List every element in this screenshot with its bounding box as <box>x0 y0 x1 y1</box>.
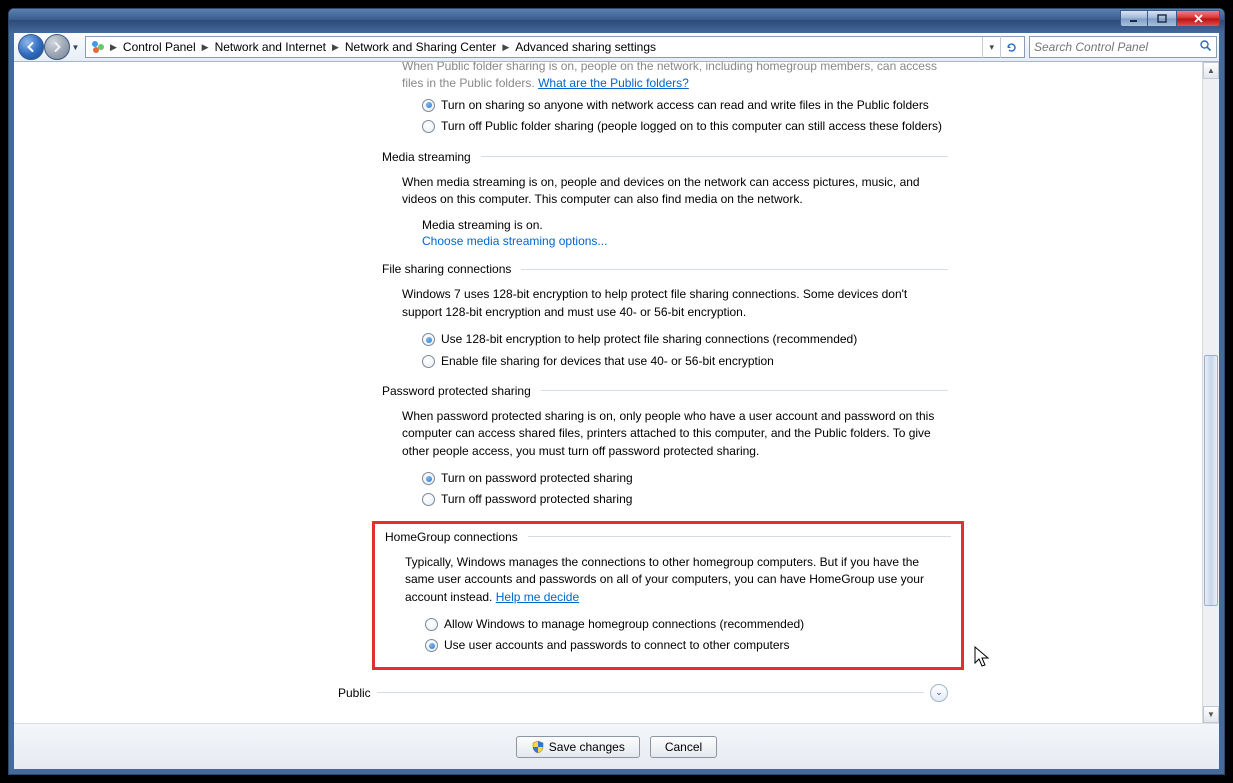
radio-homegroup-windows[interactable]: Allow Windows to manage homegroup connec… <box>425 616 951 633</box>
uac-shield-icon <box>531 740 545 754</box>
nav-history-dropdown[interactable]: ▼ <box>70 34 81 60</box>
breadcrumb-separator: ▶ <box>108 42 119 53</box>
title-bar[interactable] <box>9 9 1224 33</box>
refresh-button[interactable] <box>1000 36 1022 58</box>
breadcrumb-item[interactable]: Control Panel <box>119 37 200 58</box>
breadcrumb-separator: ▶ <box>330 42 341 53</box>
profile-public-header[interactable]: Public ⌄ <box>338 684 948 702</box>
radio-password-on[interactable]: Turn on password protected sharing <box>422 470 948 487</box>
search-icon[interactable] <box>1199 39 1212 55</box>
footer-bar: Save changes Cancel <box>14 723 1219 769</box>
radio-icon[interactable] <box>425 639 438 652</box>
minimize-button[interactable] <box>1120 10 1148 27</box>
search-input[interactable] <box>1034 40 1199 54</box>
public-folder-desc: When Public folder sharing is on, people… <box>402 62 948 93</box>
navigation-bar: ▼ ▶ Control Panel ▶ Network and Internet… <box>14 33 1219 62</box>
radio-label: Use user accounts and passwords to conne… <box>444 637 790 654</box>
radio-icon[interactable] <box>425 618 438 631</box>
button-label: Save changes <box>549 740 625 754</box>
radio-label: Turn on password protected sharing <box>441 470 633 487</box>
content-pane: When Public folder sharing is on, people… <box>14 62 1219 723</box>
breadcrumb-separator: ▶ <box>500 42 511 53</box>
radio-icon[interactable] <box>422 493 435 506</box>
scroll-area: When Public folder sharing is on, people… <box>14 62 1202 723</box>
section-media-streaming: Media streaming <box>382 150 948 164</box>
back-button[interactable] <box>18 34 44 60</box>
section-file-sharing: File sharing connections <box>382 262 948 276</box>
vertical-scrollbar[interactable]: ▲ ▼ <box>1202 62 1219 723</box>
save-changes-button[interactable]: Save changes <box>516 736 640 758</box>
breadcrumb-separator: ▶ <box>200 42 211 53</box>
scroll-thumb[interactable] <box>1204 355 1218 606</box>
scroll-up-button[interactable]: ▲ <box>1203 62 1219 79</box>
section-password-sharing: Password protected sharing <box>382 384 948 398</box>
search-box[interactable] <box>1029 36 1217 58</box>
radio-icon[interactable] <box>422 120 435 133</box>
radio-label: Allow Windows to manage homegroup connec… <box>444 616 804 633</box>
homegroup-highlight: HomeGroup connections Typically, Windows… <box>372 521 964 670</box>
radio-label: Enable file sharing for devices that use… <box>441 353 774 370</box>
breadcrumb-item[interactable]: Advanced sharing settings <box>511 37 660 58</box>
radio-label: Turn off Public folder sharing (people l… <box>441 118 942 135</box>
radio-icon[interactable] <box>422 355 435 368</box>
radio-icon[interactable] <box>422 99 435 112</box>
radio-40-56bit-encryption[interactable]: Enable file sharing for devices that use… <box>422 353 948 370</box>
scroll-down-button[interactable]: ▼ <box>1203 706 1219 723</box>
radio-public-sharing-on[interactable]: Turn on sharing so anyone with network a… <box>422 97 948 114</box>
profile-label: Public <box>338 686 371 700</box>
button-label: Cancel <box>665 740 702 754</box>
media-streaming-desc: When media streaming is on, people and d… <box>402 174 948 209</box>
cancel-button[interactable]: Cancel <box>650 736 717 758</box>
radio-label: Use 128-bit encryption to help protect f… <box>441 331 857 348</box>
breadcrumb-item[interactable]: Network and Internet <box>211 37 330 58</box>
network-sharing-icon <box>90 39 106 55</box>
window-frame: ▼ ▶ Control Panel ▶ Network and Internet… <box>8 8 1225 775</box>
close-button[interactable] <box>1176 10 1220 27</box>
maximize-button[interactable] <box>1148 10 1176 27</box>
radio-128bit-encryption[interactable]: Use 128-bit encryption to help protect f… <box>422 331 948 348</box>
nav-buttons: ▼ <box>16 34 81 60</box>
address-dropdown[interactable]: ▾ <box>982 37 1000 58</box>
radio-homegroup-accounts[interactable]: Use user accounts and passwords to conne… <box>425 637 951 654</box>
media-streaming-status: Media streaming is on. <box>422 218 948 232</box>
radio-icon[interactable] <box>422 472 435 485</box>
file-sharing-desc: Windows 7 uses 128-bit encryption to hel… <box>402 286 948 321</box>
homegroup-desc: Typically, Windows manages the connectio… <box>405 554 951 606</box>
media-streaming-options-link[interactable]: Choose media streaming options... <box>422 234 607 248</box>
address-bar[interactable]: ▶ Control Panel ▶ Network and Internet ▶… <box>85 36 1025 58</box>
radio-public-sharing-off[interactable]: Turn off Public folder sharing (people l… <box>422 118 948 135</box>
help-me-decide-link[interactable]: Help me decide <box>496 590 579 604</box>
client-area: ▼ ▶ Control Panel ▶ Network and Internet… <box>9 33 1224 774</box>
forward-button[interactable] <box>44 34 70 60</box>
window-controls <box>1120 10 1220 27</box>
chevron-down-icon[interactable]: ⌄ <box>930 684 948 702</box>
scroll-track[interactable] <box>1203 79 1219 706</box>
section-homegroup: HomeGroup connections <box>385 530 951 544</box>
breadcrumb-item[interactable]: Network and Sharing Center <box>341 37 500 58</box>
radio-password-off[interactable]: Turn off password protected sharing <box>422 491 948 508</box>
refresh-icon <box>1005 41 1018 54</box>
password-sharing-desc: When password protected sharing is on, o… <box>402 408 948 460</box>
radio-icon[interactable] <box>422 333 435 346</box>
radio-label: Turn off password protected sharing <box>441 491 632 508</box>
public-folders-link[interactable]: What are the Public folders? <box>538 76 689 90</box>
radio-label: Turn on sharing so anyone with network a… <box>441 97 929 114</box>
